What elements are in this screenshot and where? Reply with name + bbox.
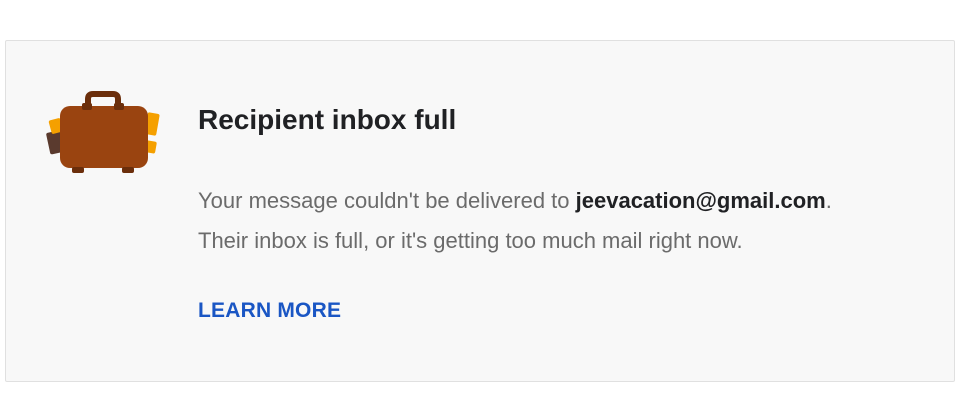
learn-more-link[interactable]: LEARN MORE bbox=[198, 299, 341, 323]
notice-card: Recipient inbox full Your message couldn… bbox=[5, 40, 955, 382]
message-line-2: Their inbox is full, or it's getting too… bbox=[198, 228, 743, 253]
notice-title: Recipient inbox full bbox=[198, 104, 457, 135]
notice-message: Your message couldn't be delivered to je… bbox=[198, 181, 928, 261]
message-prefix: Your message couldn't be delivered to bbox=[198, 188, 576, 213]
message-period: . bbox=[825, 188, 832, 213]
recipient-email: jeevacation@gmail.com bbox=[575, 188, 826, 213]
suitcase-icon bbox=[46, 91, 160, 173]
